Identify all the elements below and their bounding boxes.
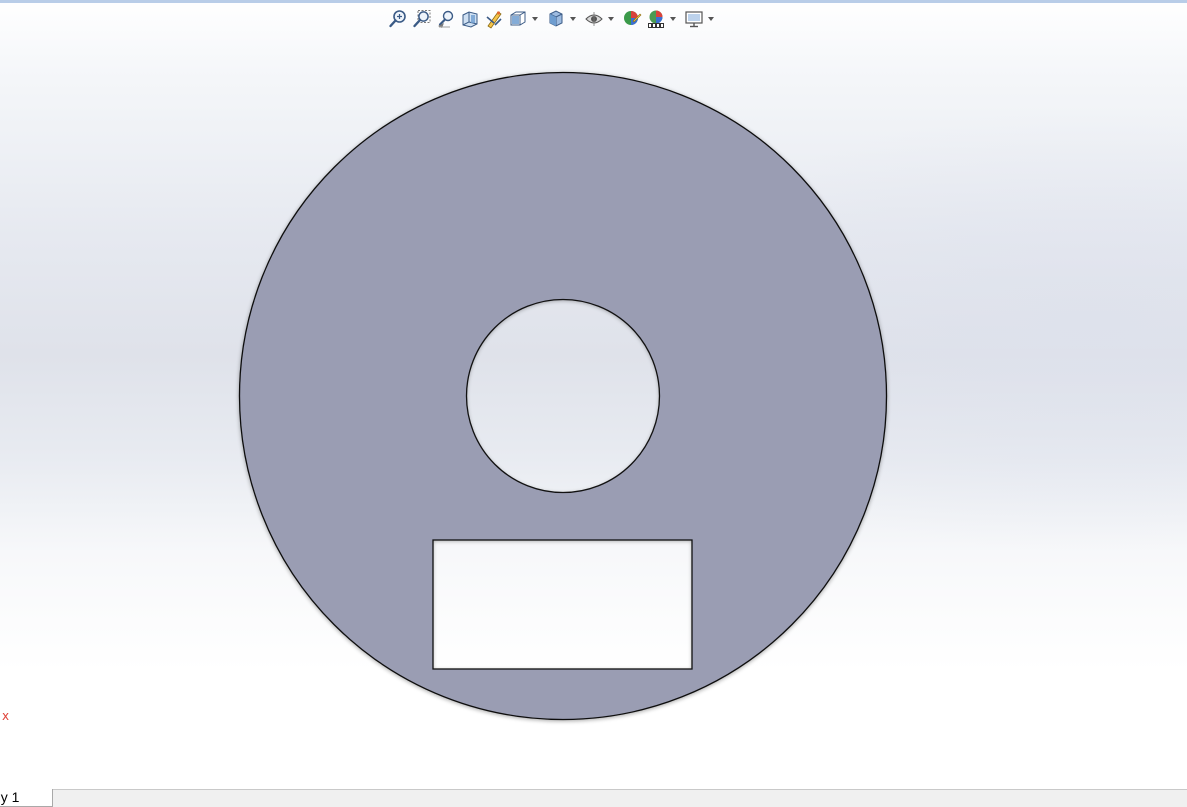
zoom-to-fit-icon[interactable] [386, 7, 410, 31]
view-orientation-dropdown-icon[interactable] [530, 7, 540, 31]
zoom-to-area-icon[interactable] [410, 7, 434, 31]
outer-disc-face[interactable] [238, 71, 888, 721]
previous-view-icon[interactable] [434, 7, 458, 31]
dynamic-annotation-views-icon[interactable] [482, 7, 506, 31]
section-view-icon[interactable] [458, 7, 482, 31]
origin-triad-label: x [2, 709, 10, 723]
display-style-dropdown-icon[interactable] [568, 7, 578, 31]
apply-scene-dropdown-icon[interactable] [668, 7, 678, 31]
apply-scene-icon[interactable] [644, 7, 668, 31]
hide-show-items-icon[interactable] [582, 7, 606, 31]
model-tab-bar: dy 1 [0, 789, 1187, 807]
view-settings-icon[interactable] [682, 7, 706, 31]
edit-appearance-icon[interactable] [620, 7, 644, 31]
heads-up-view-toolbar [386, 7, 716, 31]
view-orientation-icon[interactable] [506, 7, 530, 31]
graphics-area[interactable]: x [0, 0, 1187, 789]
hide-show-items-dropdown-icon[interactable] [606, 7, 616, 31]
part-model[interactable] [0, 0, 1187, 789]
display-style-icon[interactable] [544, 7, 568, 31]
view-settings-dropdown-icon[interactable] [706, 7, 716, 31]
tab-body-1[interactable]: dy 1 [0, 789, 53, 807]
